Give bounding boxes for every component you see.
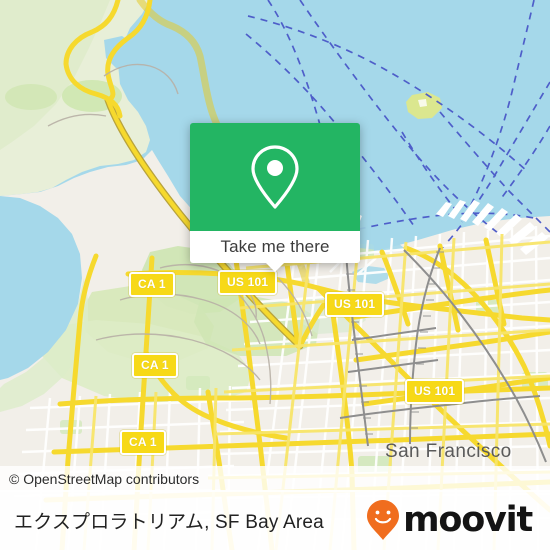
- shield-ca-1-south[interactable]: CA 1: [120, 430, 166, 455]
- take-me-there-callout[interactable]: Take me there: [190, 123, 360, 272]
- shield-us-101-east[interactable]: US 101: [405, 379, 465, 404]
- shield-us-101-mid[interactable]: US 101: [325, 292, 385, 317]
- footer-bar: エクスプロラトリアム, SF Bay Area moovit: [0, 490, 550, 550]
- moovit-logo[interactable]: moovit: [366, 499, 533, 541]
- location-title: エクスプロラトリアム, SF Bay Area: [14, 511, 324, 533]
- callout-pointer: [266, 263, 284, 272]
- map-pin-icon: [251, 145, 299, 209]
- shield-ca-1-north[interactable]: CA 1: [129, 272, 175, 297]
- shield-us-101-west[interactable]: US 101: [218, 270, 278, 295]
- shield-ca-1-park[interactable]: CA 1: [132, 353, 178, 378]
- callout-footer[interactable]: Take me there: [190, 231, 360, 272]
- moovit-wordmark: moovit: [403, 499, 533, 540]
- callout-caption: Take me there: [220, 237, 330, 256]
- osm-attribution-text[interactable]: © OpenStreetMap contributors: [0, 471, 199, 487]
- map-attribution-bar: © OpenStreetMap contributors: [0, 466, 550, 492]
- place-label-san-francisco: San Francisco: [385, 441, 512, 462]
- moovit-smiley-pin-icon: [367, 500, 400, 540]
- callout-header: [190, 123, 360, 231]
- map-screen: CA 1 US 101 US 101 CA 1 US 101 CA 1 San …: [0, 0, 550, 550]
